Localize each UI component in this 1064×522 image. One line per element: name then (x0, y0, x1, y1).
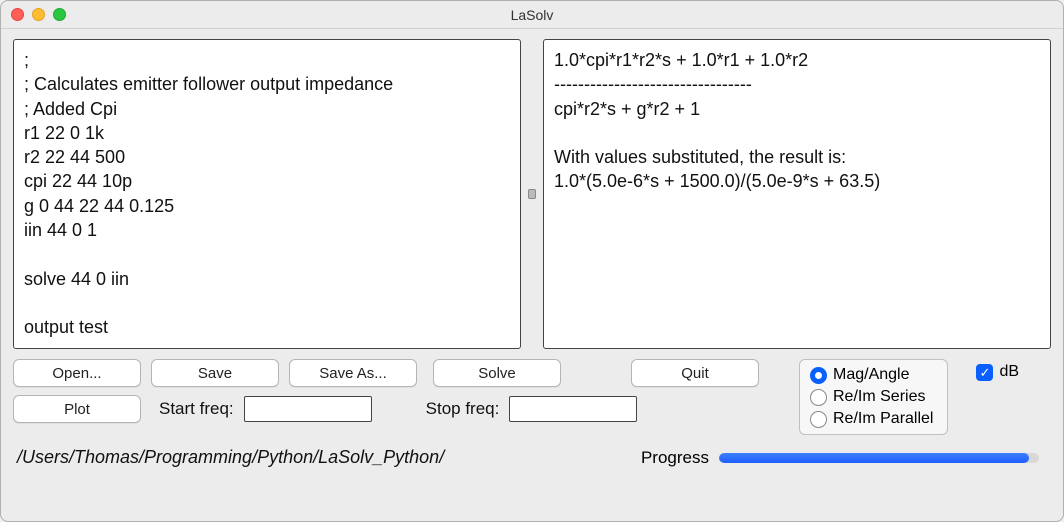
statusbar: /Users/Thomas/Programming/Python/LaSolv_… (13, 445, 1051, 472)
progress-label: Progress (641, 448, 709, 468)
radio-checked-icon (810, 367, 827, 384)
traffic-lights (11, 8, 66, 21)
minimize-icon[interactable] (32, 8, 45, 21)
radio-reim-parallel[interactable]: Re/Im Parallel (810, 410, 933, 428)
radio-label: Re/Im Parallel (833, 410, 933, 428)
file-path: /Users/Thomas/Programming/Python/LaSolv_… (17, 447, 444, 468)
db-checkbox[interactable]: ✓ dB (976, 363, 1019, 381)
splitter-handle[interactable] (527, 39, 537, 349)
progress-fill (719, 453, 1029, 463)
drag-handle-icon (528, 189, 536, 199)
close-icon[interactable] (11, 8, 24, 21)
quit-button[interactable]: Quit (631, 359, 759, 387)
radio-reim-series[interactable]: Re/Im Series (810, 388, 933, 406)
radio-unchecked-icon (810, 389, 827, 406)
start-freq-input[interactable] (244, 396, 372, 422)
radio-unchecked-icon (810, 411, 827, 428)
saveas-button[interactable]: Save As... (289, 359, 417, 387)
plot-button[interactable]: Plot (13, 395, 141, 423)
checkbox-checked-icon: ✓ (976, 364, 993, 381)
zoom-icon[interactable] (53, 8, 66, 21)
solve-button[interactable]: Solve (433, 359, 561, 387)
controls: Open... Save Save As... Solve Quit Plot … (13, 359, 1051, 435)
start-freq-label: Start freq: (159, 399, 234, 419)
input-pane[interactable]: ; ; Calculates emitter follower output i… (13, 39, 521, 349)
content-area: ; ; Calculates emitter follower output i… (1, 29, 1063, 521)
titlebar: LaSolv (1, 1, 1063, 29)
output-pane: 1.0*cpi*r1*r2*s + 1.0*r1 + 1.0*r2 ------… (543, 39, 1051, 349)
open-button[interactable]: Open... (13, 359, 141, 387)
output-mode-group: Mag/Angle Re/Im Series Re/Im Parallel (799, 359, 948, 435)
radio-mag-angle[interactable]: Mag/Angle (810, 366, 933, 384)
radio-label: Mag/Angle (833, 366, 910, 384)
editor-panes: ; ; Calculates emitter follower output i… (13, 39, 1051, 349)
save-button[interactable]: Save (151, 359, 279, 387)
window-title: LaSolv (511, 7, 554, 23)
stop-freq-input[interactable] (509, 396, 637, 422)
radio-label: Re/Im Series (833, 388, 925, 406)
checkbox-label: dB (999, 363, 1019, 381)
progress-bar (719, 453, 1039, 463)
progress-wrap: Progress (641, 448, 1039, 468)
app-window: LaSolv ; ; Calculates emitter follower o… (0, 0, 1064, 522)
stop-freq-label: Stop freq: (426, 399, 500, 419)
